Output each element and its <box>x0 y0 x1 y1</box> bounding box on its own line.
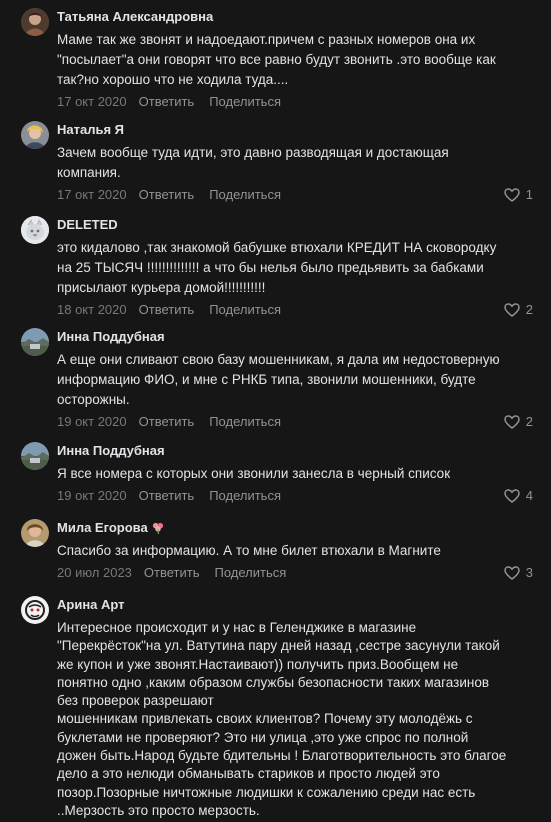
comment-text: А еще они сливают свою базу мошенникам, … <box>57 352 500 407</box>
comment-date[interactable]: 20 июл 2023 <box>57 564 132 582</box>
comment-author[interactable]: DELETED <box>57 216 537 233</box>
comment-item: DELETED это кидалово ,так знакомой бабуш… <box>0 216 551 319</box>
reply-button[interactable]: Ответить <box>139 301 195 319</box>
flower-emoji-icon <box>152 522 163 534</box>
comment-date[interactable]: 19 окт 2020 <box>57 413 127 431</box>
share-button[interactable]: Поделиться <box>209 301 281 319</box>
author-name[interactable]: Инна Поддубная <box>57 442 165 459</box>
comment-author[interactable]: Татьяна Александровна <box>57 8 537 25</box>
like-count: 2 <box>525 414 533 429</box>
like-count: 1 <box>525 187 533 202</box>
comment-meta: 18 окт 2020 Ответить Поделиться 2 <box>57 301 537 319</box>
heart-outline-icon <box>504 188 520 202</box>
like-button[interactable]: 4 <box>504 487 533 505</box>
comment-item: Инна Поддубная А еще они сливают свою ба… <box>0 328 551 431</box>
comment-item: Инна Поддубная Я все номера с которых он… <box>0 442 551 505</box>
like-button[interactable]: 2 <box>504 301 533 319</box>
share-button[interactable]: Поделиться <box>209 186 281 204</box>
like-button[interactable]: 3 <box>504 564 533 582</box>
like-button[interactable]: 2 <box>504 413 533 431</box>
author-name[interactable]: Наталья Я <box>57 121 124 138</box>
like-count: 3 <box>525 565 533 580</box>
comment-meta: 17 окт 2020 Ответить Поделиться <box>57 93 537 111</box>
reply-button[interactable]: Ответить <box>139 487 195 505</box>
comment-author[interactable]: Инна Поддубная <box>57 442 537 459</box>
comment-text: Я все номера с которых они звонили занес… <box>57 466 451 481</box>
reply-button[interactable]: Ответить <box>139 93 195 111</box>
reply-button[interactable]: Ответить <box>139 186 195 204</box>
like-button[interactable]: 1 <box>504 186 533 204</box>
comment-author[interactable]: Инна Поддубная <box>57 328 537 345</box>
avatar-photo-icon <box>21 121 49 149</box>
comment-item: Мила Егорова Спасибо за информацию. А то… <box>0 519 551 582</box>
comment-date[interactable]: 19 окт 2020 <box>57 487 127 505</box>
comment-date[interactable]: 17 окт 2020 <box>57 93 127 111</box>
author-name[interactable]: Мила Егорова <box>57 519 148 536</box>
comment-meta: 20 июл 2023 Ответить Поделиться 3 <box>57 564 537 582</box>
avatar[interactable] <box>21 8 49 36</box>
avatar[interactable] <box>21 519 49 547</box>
comment-date[interactable]: 17 окт 2020 <box>57 186 127 204</box>
comment-meta: 19 окт 2020 Ответить Поделиться 2 <box>57 413 537 431</box>
comment-item: Арина Арт Интересное происходит и у нас … <box>0 596 551 820</box>
comment-date[interactable]: 18 окт 2020 <box>57 301 127 319</box>
avatar[interactable] <box>21 596 49 624</box>
comment-author[interactable]: Мила Егорова <box>57 519 537 536</box>
avatar[interactable] <box>21 328 49 356</box>
deleted-user-avatar-icon <box>21 216 49 244</box>
comment-item: Татьяна Александровна Маме так же звонят… <box>0 8 551 111</box>
share-button[interactable]: Поделиться <box>215 564 287 582</box>
avatar[interactable] <box>21 442 49 470</box>
like-count: 2 <box>525 302 533 317</box>
avatar-photo-icon <box>21 596 49 624</box>
avatar-photo-icon <box>21 8 49 36</box>
comment-author[interactable]: Наталья Я <box>57 121 537 138</box>
comment-meta: 17 окт 2020 Ответить Поделиться 1 <box>57 186 537 204</box>
comment-item: Наталья Я Зачем вообще туда идти, это да… <box>0 121 551 204</box>
share-button[interactable]: Поделиться <box>209 487 281 505</box>
comment-text: Маме так же звонят и надоедают.причем с … <box>57 32 496 87</box>
comment-author[interactable]: Арина Арт <box>57 596 537 613</box>
reply-button[interactable]: Ответить <box>139 413 195 431</box>
heart-outline-icon <box>504 303 520 317</box>
avatar[interactable] <box>21 216 49 244</box>
author-name[interactable]: Арина Арт <box>57 596 125 613</box>
avatar-photo-icon <box>21 519 49 547</box>
avatar-photo-icon <box>21 442 49 470</box>
heart-outline-icon <box>504 489 520 503</box>
reply-button[interactable]: Ответить <box>144 564 200 582</box>
comment-text: Зачем вообще туда идти, это давно развод… <box>57 145 449 180</box>
author-name[interactable]: Инна Поддубная <box>57 328 165 345</box>
avatar-photo-icon <box>21 328 49 356</box>
share-button[interactable]: Поделиться <box>209 413 281 431</box>
share-button[interactable]: Поделиться <box>209 93 281 111</box>
comment-text: это кидалово ,так знакомой бабушке втюха… <box>57 240 497 295</box>
like-count: 4 <box>525 488 533 503</box>
heart-outline-icon <box>504 566 520 580</box>
author-name[interactable]: Татьяна Александровна <box>57 8 213 25</box>
heart-outline-icon <box>504 415 520 429</box>
author-name[interactable]: DELETED <box>57 216 118 233</box>
comment-meta: 19 окт 2020 Ответить Поделиться 4 <box>57 487 537 505</box>
comment-text: Спасибо за информацию. А то мне билет вт… <box>57 543 441 558</box>
comment-text: Интересное происходит и у нас в Геленджи… <box>57 620 507 818</box>
avatar[interactable] <box>21 121 49 149</box>
